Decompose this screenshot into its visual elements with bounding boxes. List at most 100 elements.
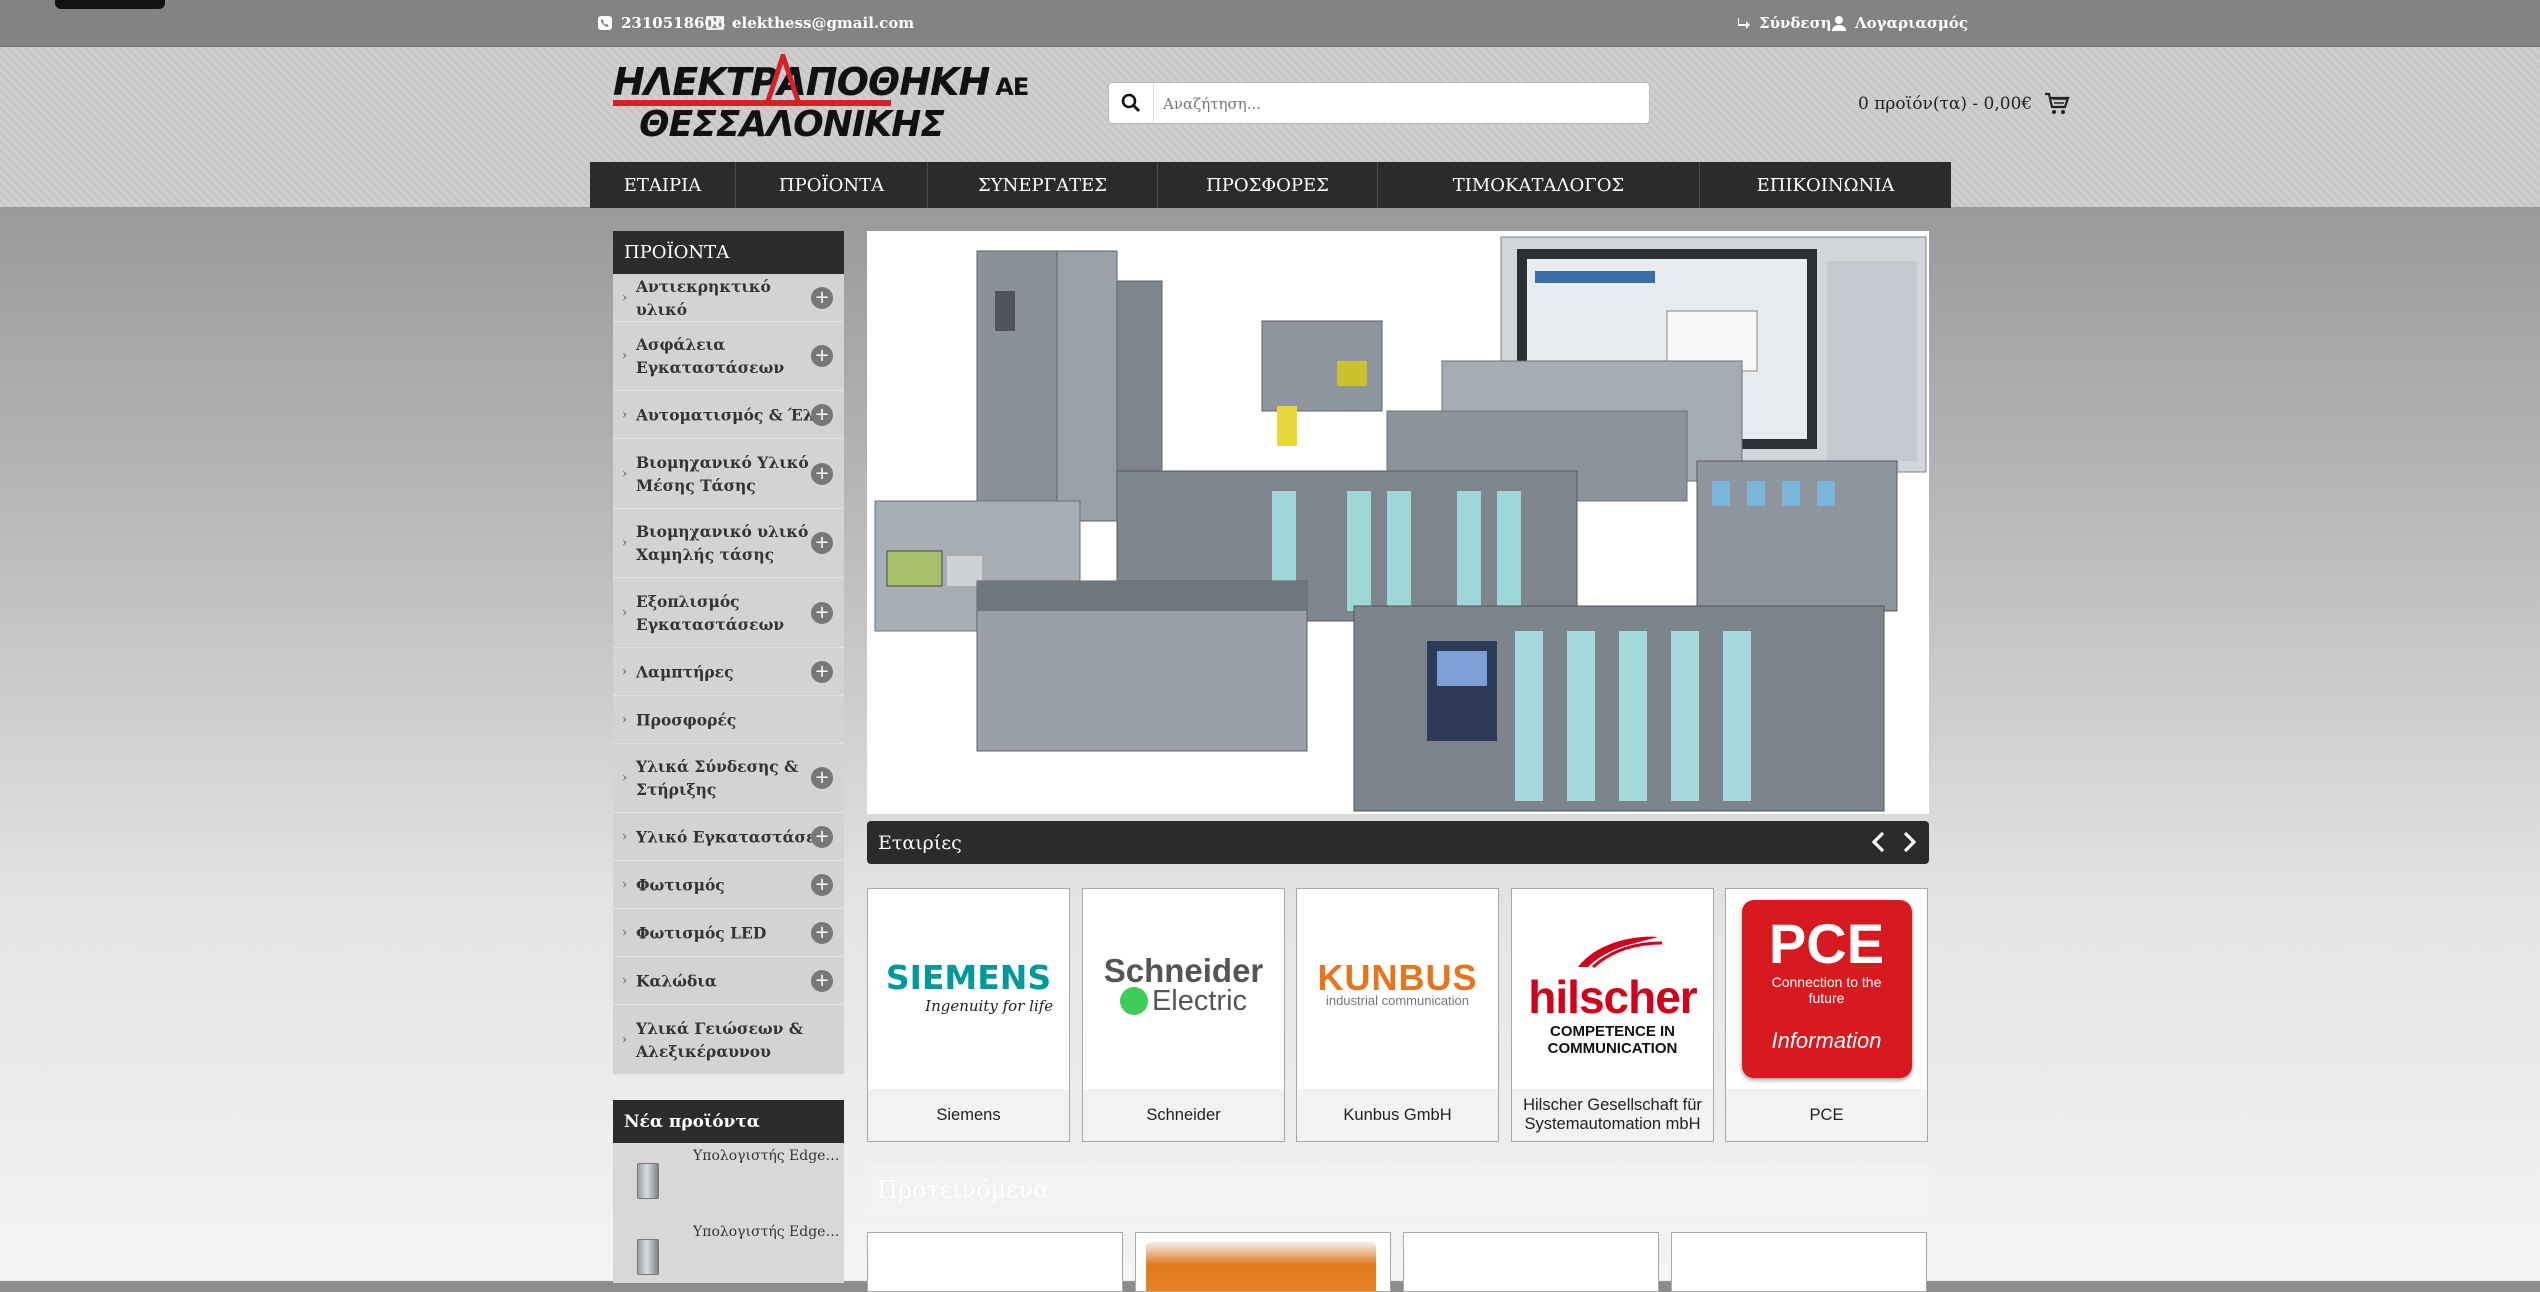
nav-offers[interactable]: ΠΡΟΣΦΟΡΕΣ [1158,162,1378,208]
chevron-right-icon: › [622,925,628,940]
chevron-right-icon: › [622,348,628,364]
featured-product-card[interactable] [1671,1232,1927,1292]
category-label: Υλικά Σύνδεσης & Στήριξης [636,757,799,799]
site-logo[interactable]: ΗΛΕΚΤΡΑΠΟΘΗΚΗ ΑΕ ΘΕΣΣΑΛΟΝΙΚΗΣ [613,54,1029,148]
product-thumbnail[interactable] [637,1163,659,1199]
company-card[interactable]: hilscher COMPETENCE IN COMMUNICATION Hil… [1511,888,1714,1142]
login-link[interactable]: Σύνδεση [1737,13,1832,33]
product-thumbnail[interactable] [637,1239,659,1275]
category-label: Προσφορές [636,710,737,729]
featured-product-card[interactable] [1135,1232,1391,1292]
expand-plus-icon[interactable]: + [811,462,833,485]
carousel-prev-arrow-icon[interactable] [1867,830,1891,854]
account-link[interactable]: Λογαριασμός [1831,13,1968,33]
expand-plus-icon[interactable]: + [811,969,833,992]
chevron-right-icon: › [622,829,628,844]
hero-banner[interactable] [867,231,1929,814]
nav-company[interactable]: ΕΤΑΙΡΙΑ [590,162,736,208]
login-label: Σύνδεση [1759,14,1832,32]
expand-plus-icon[interactable]: + [811,532,833,554]
nav-partners[interactable]: ΣΥΝΕΡΓΑΤΕΣ [928,162,1158,208]
logo-red-a-mark [765,54,801,105]
chevron-right-icon: › [622,290,628,305]
chevron-right-icon: › [622,466,628,481]
category-item[interactable]: › Βιομηχανικό Υλικό Μέσης Τάσης + [613,439,844,509]
category-item[interactable]: › Υλικά Γειώσεων & Αλεξικέραυνου [613,1005,844,1074]
category-label: Φωτισμός LED [636,923,767,942]
expand-plus-icon[interactable]: + [811,286,833,309]
company-card[interactable]: PCE Connection to the future Information… [1725,888,1928,1142]
category-item[interactable]: › Υλικό Εγκαταστάσεων + [613,813,844,861]
category-item[interactable]: › Βιομηχανικό υλικό Χαμηλής τάσης + [613,509,844,578]
category-label: Εξοπλισμός Εγκαταστάσεων [636,591,785,634]
category-item[interactable]: › Εξοπλισμός Εγκαταστάσεων + [613,578,844,648]
email-contact[interactable]: elekthess@gmail.com [706,13,914,33]
expand-plus-icon[interactable]: + [811,873,833,896]
category-label: Καλώδια [636,971,717,990]
expand-plus-icon[interactable]: + [811,403,833,426]
category-item[interactable]: › Προσφορές [613,696,844,744]
search-input[interactable] [1161,83,1635,125]
pce-logo[interactable]: PCE Connection to the future Information [1726,889,1927,1089]
chevron-right-icon: › [622,973,628,988]
search-button[interactable] [1109,83,1154,123]
sidebar-title: ΠΡΟΪΟΝΤΑ [613,231,844,274]
product-title[interactable]: Υπολογιστής Edge G... [693,1148,841,1164]
expand-plus-icon[interactable]: + [811,601,833,624]
expand-plus-icon[interactable]: + [811,825,833,848]
nav-products[interactable]: ΠΡΟΪΟΝΤΑ [736,162,928,208]
category-item[interactable]: › Φωτισμός + [613,861,844,909]
expand-plus-icon[interactable]: + [811,660,833,683]
category-item[interactable]: › Αντιεκρηκτικό υλικό + [613,274,844,322]
new-product-item[interactable]: Υπολογιστής Edge G... [613,1219,844,1289]
company-name[interactable]: Siemens [868,1089,1069,1141]
category-item[interactable]: › Υλικά Σύνδεσης & Στήριξης + [613,744,844,813]
chevron-right-icon: › [622,605,628,620]
category-label: Αντιεκρηκτικό υλικό [636,276,771,319]
chevron-right-icon: › [622,877,628,892]
featured-title: Προτεινόμενα [867,1165,1929,1215]
category-label: Βιομηχανικό υλικό Χαμηλής τάσης [636,522,809,564]
cart-summary[interactable]: 0 προϊόν(τα) - 0,00€ [1858,92,2070,116]
nav-contact[interactable]: ΕΠΙΚΟΙΝΩΝΙΑ [1700,162,1951,208]
category-item[interactable]: › Φωτισμός LED + [613,909,844,957]
category-item[interactable]: › Αυτοματισμός & Έλεγχος+ [613,391,844,439]
company-card[interactable]: Schneider Electric Schneider [1082,888,1285,1142]
category-label: Λαμπτήρες [636,662,734,681]
expand-plus-icon[interactable]: + [811,345,833,367]
featured-product-card[interactable] [1403,1232,1659,1292]
category-item[interactable]: › Καλώδια + [613,957,844,1005]
kunbus-logo[interactable]: KUNBUS industrial communication [1297,889,1498,1089]
company-name[interactable]: Schneider [1083,1089,1284,1141]
cart-summary-text: 0 προϊόν(τα) - 0,00€ [1858,94,2033,114]
nav-pricelist[interactable]: ΤΙΜΟΚΑΤΑΛΟΓΟΣ [1378,162,1700,208]
company-name[interactable]: PCE [1726,1089,1927,1141]
search-icon [1121,93,1141,113]
main-nav: ΕΤΑΙΡΙΑ ΠΡΟΪΟΝΤΑ ΣΥΝΕΡΓΑΤΕΣ ΠΡΟΣΦΟΡΕΣ ΤΙ… [590,162,1951,208]
category-label: Φωτισμός [636,875,725,894]
chevron-right-icon: › [622,664,628,679]
product-title[interactable]: Υπολογιστής Edge G... [693,1224,841,1240]
expand-plus-icon[interactable]: + [811,921,833,944]
company-name[interactable]: Hilscher Gesellschaft für Systemautomati… [1512,1089,1713,1141]
category-item[interactable]: › Ασφάλεια Εγκαταστάσεων + [613,322,844,391]
top-bar [0,0,2540,47]
logo-line-2: ΘΕΣΣΑΛΟΝΙΚΗΣ [639,104,945,145]
category-label: Υλικά Γειώσεων & Αλεξικέραυνου [636,1018,803,1061]
plc-products-image [874,236,1927,812]
carousel-next-arrow-icon[interactable] [1897,830,1921,854]
hilscher-logo[interactable]: hilscher COMPETENCE IN COMMUNICATION [1512,889,1713,1089]
company-card[interactable]: KUNBUS industrial communication Kunbus G… [1296,888,1499,1142]
featured-product-card[interactable] [867,1232,1123,1292]
schneider-logo[interactable]: Schneider Electric [1083,889,1284,1089]
phone-icon [598,16,612,30]
company-name[interactable]: Kunbus GmbH [1297,1089,1498,1141]
company-card[interactable]: SIEMENS Ingenuity for life Siemens [867,888,1070,1142]
category-item[interactable]: › Λαμπτήρες + [613,648,844,696]
expand-plus-icon[interactable]: + [811,767,833,789]
chevron-right-icon: › [622,770,628,786]
companies-carousel-header: Εταιρίες [867,821,1929,864]
top-tab [55,0,165,9]
new-product-item[interactable]: Υπολογιστής Edge G... [613,1143,844,1213]
siemens-logo[interactable]: SIEMENS Ingenuity for life [868,889,1069,1089]
